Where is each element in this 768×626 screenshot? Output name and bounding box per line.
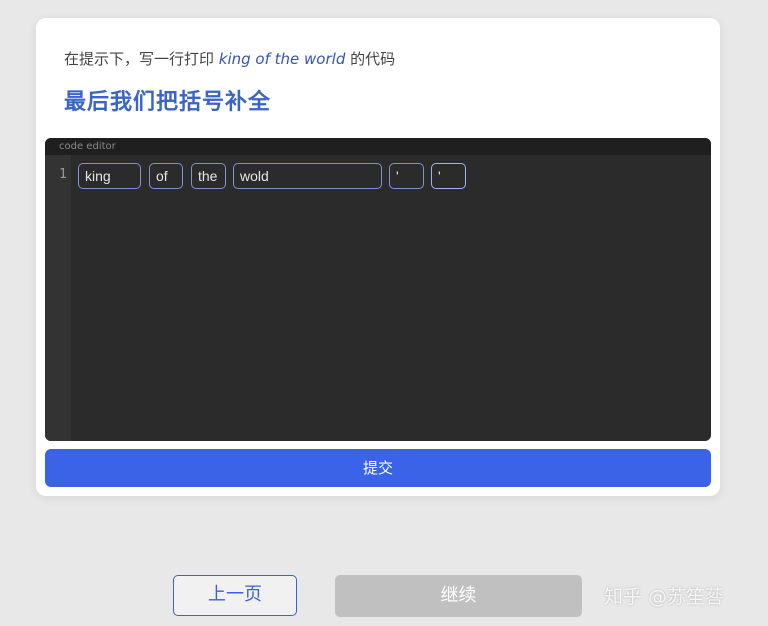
submit-button[interactable]: 提交 bbox=[45, 449, 711, 487]
line-number: 1 bbox=[59, 167, 67, 182]
token-blank[interactable]: ' bbox=[389, 163, 424, 189]
prev-page-button[interactable]: 上一页 bbox=[173, 575, 297, 616]
continue-button[interactable]: 继续 bbox=[335, 575, 582, 617]
token-blank[interactable]: of bbox=[149, 163, 183, 189]
token-blank[interactable]: king bbox=[78, 163, 141, 189]
prompt-text: 在提示下，写一行打印 king of the world 的代码 bbox=[64, 48, 395, 69]
token-blank-active[interactable]: ' bbox=[431, 163, 466, 189]
prompt-suffix: 的代码 bbox=[345, 50, 396, 68]
code-editor: code editor 1 king of the wold ' ' bbox=[45, 138, 711, 441]
line-gutter bbox=[45, 155, 71, 441]
watermark: 知乎 @苏笙䓘 bbox=[604, 586, 725, 608]
exercise-card: 在提示下，写一行打印 king of the world 的代码 最后我们把括号… bbox=[36, 18, 720, 496]
page-title: 最后我们把括号补全 bbox=[64, 90, 272, 115]
editor-label: code editor bbox=[45, 138, 711, 155]
prompt-emphasis: king of the world bbox=[218, 50, 346, 68]
prompt-prefix: 在提示下，写一行打印 bbox=[64, 50, 219, 68]
token-blank[interactable]: the bbox=[191, 163, 226, 189]
token-blank[interactable]: wold bbox=[233, 163, 382, 189]
